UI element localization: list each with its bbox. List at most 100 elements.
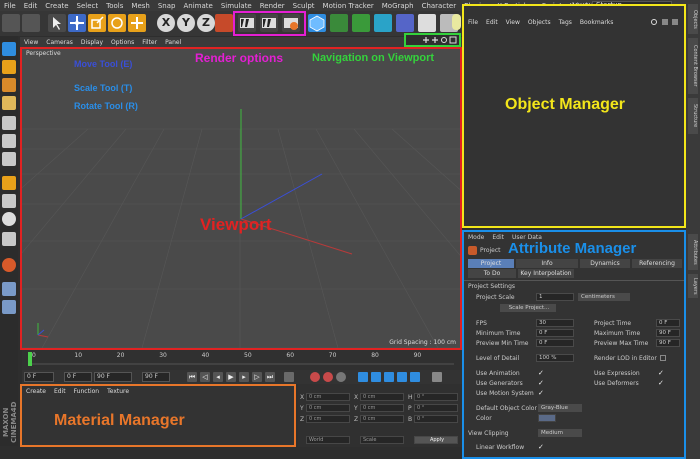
viewport-menu-cameras[interactable]: Cameras <box>42 39 77 46</box>
start-frame-field[interactable]: 0 F <box>64 372 92 382</box>
redo-icon[interactable] <box>22 14 40 32</box>
tab-layers[interactable]: Layers <box>688 274 698 298</box>
min-time-field[interactable]: 0 F <box>536 329 574 337</box>
key-parameter-icon[interactable] <box>397 372 407 382</box>
live-select-icon[interactable] <box>128 14 146 32</box>
coord-scale-select[interactable]: Scale <box>360 436 404 444</box>
rotation-p-field[interactable]: 0 ° <box>414 404 458 412</box>
array-icon[interactable] <box>374 14 392 32</box>
rotate-tool-icon[interactable] <box>108 14 126 32</box>
apply-button[interactable]: Apply <box>414 436 458 444</box>
position-x-field[interactable]: 0 cm <box>306 393 350 401</box>
goto-end-icon[interactable]: ⏭ <box>265 372 275 382</box>
max-time-field[interactable]: 90 F <box>656 329 680 337</box>
tab-dynamics[interactable]: Dynamics <box>580 259 630 268</box>
tab-todo[interactable]: To Do <box>468 269 516 278</box>
tab-structure[interactable]: Structure <box>688 98 698 134</box>
prev-key-icon[interactable]: ◁ <box>200 372 210 382</box>
grid-icon[interactable] <box>2 300 16 314</box>
use-expression-checkbox[interactable]: ✓ <box>658 369 664 377</box>
timeline[interactable]: 0 10 20 30 40 50 60 70 80 90 <box>22 350 462 370</box>
cube-primitive-icon[interactable] <box>308 14 326 32</box>
menu-edit[interactable]: Edit <box>20 2 42 10</box>
project-scale-unit-select[interactable]: Centimeters <box>578 293 630 301</box>
workplane-mode-icon[interactable] <box>2 96 16 110</box>
viewport-menu-options[interactable]: Options <box>107 39 138 46</box>
menu-snap[interactable]: Snap <box>154 2 180 10</box>
select-arrow-icon[interactable] <box>48 14 66 32</box>
use-motion-checkbox[interactable]: ✓ <box>538 389 544 397</box>
material-menu-texture[interactable]: Texture <box>103 388 133 395</box>
object-menu-tags[interactable]: Tags <box>555 19 576 26</box>
menu-render[interactable]: Render <box>256 2 289 10</box>
pen-spline-icon[interactable] <box>330 14 348 32</box>
play-icon[interactable]: ▶ <box>226 372 236 382</box>
object-menu-edit[interactable]: Edit <box>482 19 502 26</box>
keyframe-selection-icon[interactable] <box>336 372 346 382</box>
navigation-icons[interactable] <box>406 35 459 45</box>
soft-selection-icon[interactable] <box>2 232 16 246</box>
next-frame-icon[interactable]: ▸ <box>239 372 249 382</box>
goto-start-icon[interactable]: ⏮ <box>187 372 197 382</box>
material-menu-create[interactable]: Create <box>22 388 50 395</box>
use-deformers-checkbox[interactable]: ✓ <box>658 379 664 387</box>
project-scale-field[interactable]: 1 <box>536 293 574 301</box>
preview-max-field[interactable]: 90 F <box>656 339 680 347</box>
viewport[interactable]: Perspective Grid Spacing : 100 cm Move T… <box>20 47 462 350</box>
viewport-menu-filter[interactable]: Filter <box>138 39 161 46</box>
deformer-icon[interactable] <box>396 14 414 32</box>
attribute-menu-edit[interactable]: Edit <box>488 234 508 241</box>
tab-key-interpolation[interactable]: Key Interpolation <box>518 269 574 278</box>
axis-mode-icon[interactable] <box>2 176 16 190</box>
record-key-icon[interactable] <box>310 372 320 382</box>
workplane-lock-icon[interactable] <box>2 282 16 296</box>
end-frame-field[interactable]: 90 F <box>142 372 170 382</box>
key-scale-icon[interactable] <box>371 372 381 382</box>
snapping-icon[interactable] <box>2 212 16 226</box>
next-key-icon[interactable]: ▷ <box>252 372 262 382</box>
z-axis-lock-button[interactable]: Z <box>197 14 215 32</box>
scale-tool-icon[interactable] <box>88 14 106 32</box>
rotation-h-field[interactable]: 0 ° <box>414 393 458 401</box>
object-menu-file[interactable]: File <box>464 19 482 26</box>
position-y-field[interactable]: 0 cm <box>306 404 350 412</box>
use-generators-checkbox[interactable]: ✓ <box>538 379 544 387</box>
texture-mode-icon[interactable] <box>2 78 16 92</box>
key-position-icon[interactable] <box>358 372 368 382</box>
tweak-mode-icon[interactable] <box>2 194 16 208</box>
object-menu-view[interactable]: View <box>502 19 524 26</box>
magnet-icon[interactable] <box>2 258 16 272</box>
current-frame-field[interactable]: 0 F <box>24 372 54 382</box>
tab-info[interactable]: Info <box>516 259 578 268</box>
menu-file[interactable]: File <box>0 2 20 10</box>
project-time-field[interactable]: 0 F <box>656 319 680 327</box>
timeline-menu-icon[interactable] <box>432 372 442 382</box>
preview-end-field[interactable]: 90 F <box>94 372 132 382</box>
viewport-menu-display[interactable]: Display <box>77 39 107 46</box>
preview-min-field[interactable]: 0 F <box>536 339 574 347</box>
menu-animate[interactable]: Animate <box>179 2 216 10</box>
menu-motion-tracker[interactable]: Motion Tracker <box>319 2 378 10</box>
material-menu-function[interactable]: Function <box>70 388 104 395</box>
undo-icon[interactable] <box>2 14 20 32</box>
material-menu-edit[interactable]: Edit <box>50 388 70 395</box>
object-menu-bookmarks[interactable]: Bookmarks <box>576 19 618 26</box>
subdivision-surface-icon[interactable] <box>352 14 370 32</box>
points-mode-icon[interactable] <box>2 116 16 130</box>
rotation-b-field[interactable]: 0 ° <box>414 415 458 423</box>
menu-tools[interactable]: Tools <box>102 2 127 10</box>
viewport-menu-view[interactable]: View <box>20 39 42 46</box>
y-axis-lock-button[interactable]: Y <box>177 14 195 32</box>
viewport-menu-panel[interactable]: Panel <box>161 39 185 46</box>
make-editable-icon[interactable] <box>2 42 16 56</box>
tab-attributes[interactable]: Attributes <box>688 234 698 270</box>
size-y-field[interactable]: 0 cm <box>360 404 404 412</box>
loop-icon[interactable] <box>284 372 294 382</box>
polygons-mode-icon[interactable] <box>2 152 16 166</box>
scale-project-button[interactable]: Scale Project... <box>500 304 556 312</box>
color-swatch[interactable] <box>538 414 556 422</box>
position-z-field[interactable]: 0 cm <box>306 415 350 423</box>
menu-mesh[interactable]: Mesh <box>127 2 153 10</box>
lod-field[interactable]: 100 % <box>536 354 574 362</box>
object-menu-objects[interactable]: Objects <box>524 19 555 26</box>
